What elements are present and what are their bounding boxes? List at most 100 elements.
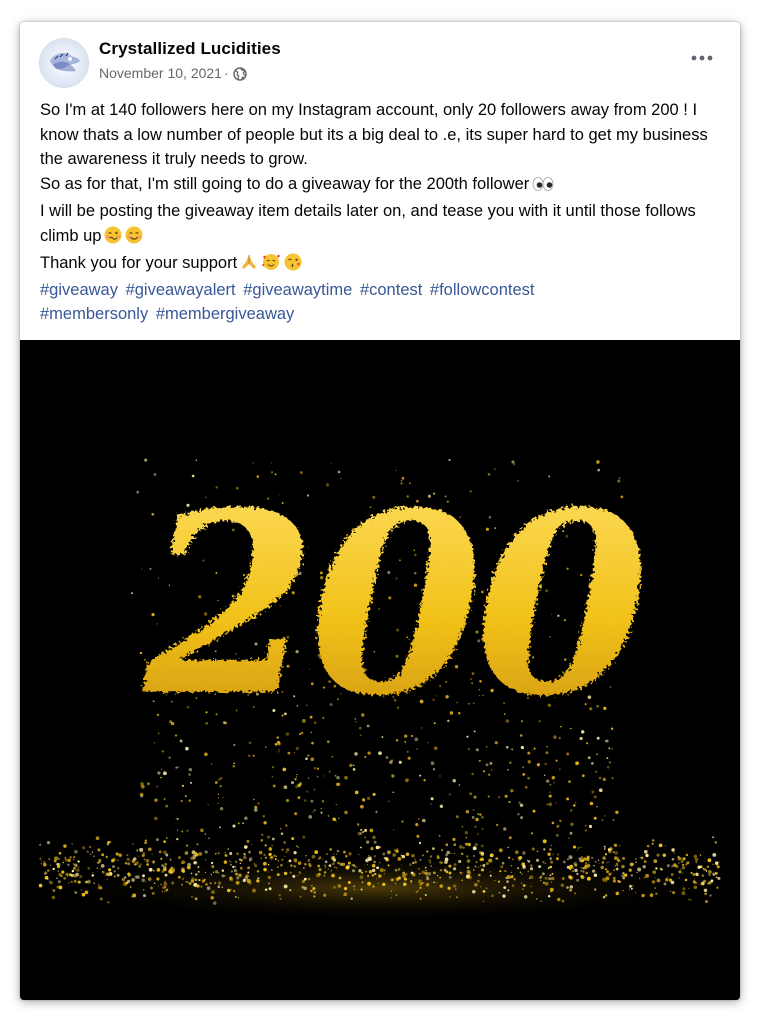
glitter-particle — [62, 861, 65, 864]
glitter-particle — [482, 900, 485, 902]
glitter-particle — [235, 880, 240, 885]
glitter-particle — [500, 865, 504, 869]
glitter-particle — [598, 788, 603, 793]
glitter-particle — [685, 853, 689, 857]
glitter-particle — [352, 768, 356, 771]
glitter-particle — [548, 794, 552, 798]
glitter-particle — [604, 868, 607, 871]
glitter-particle — [310, 864, 312, 866]
glitter-particle — [260, 857, 262, 859]
glitter-particle — [474, 843, 478, 847]
glitter-particle — [56, 877, 58, 880]
glitter-particle — [74, 891, 78, 894]
glitter-particle — [511, 875, 514, 877]
glitter-particle — [130, 895, 133, 898]
glitter-particle — [207, 803, 209, 806]
glitter-particle — [361, 881, 364, 884]
glitter-particle — [332, 874, 335, 877]
post-date[interactable]: November 10, 2021 — [99, 65, 222, 81]
face-blowing-kiss-emoji-icon — [284, 253, 302, 279]
glitter-particle — [350, 897, 353, 900]
glitter-particle — [432, 768, 436, 771]
glitter-particle — [53, 859, 57, 863]
glitter-particle — [375, 845, 380, 850]
glitter-particle — [443, 868, 447, 872]
glitter-particle — [496, 823, 499, 827]
glitter-particle — [51, 889, 53, 891]
glitter-particle — [39, 857, 42, 860]
glitter-particle — [488, 773, 491, 776]
glitter-particle — [412, 861, 415, 865]
glitter-particle — [330, 869, 332, 872]
glitter-particle — [285, 851, 288, 854]
glitter-particle — [499, 870, 502, 873]
glitter-particle — [481, 858, 484, 861]
glitter-particle — [418, 872, 421, 875]
glitter-particle — [690, 871, 693, 874]
hashtag-link[interactable]: #contest — [360, 281, 422, 299]
hashtag-link[interactable]: #giveawaytime — [243, 281, 352, 299]
glitter-particle — [569, 885, 574, 889]
glitter-particle — [559, 768, 561, 770]
glitter-particle — [162, 867, 167, 872]
glitter-particle — [165, 837, 168, 839]
glitter-particle — [488, 858, 493, 863]
glitter-particle — [160, 768, 163, 771]
glitter-particle — [188, 767, 193, 772]
glitter-particle — [257, 802, 260, 805]
glitter-particle — [182, 877, 185, 880]
glitter-particle — [336, 849, 340, 853]
hashtag-link[interactable]: #giveaway — [40, 281, 118, 299]
more-options-icon[interactable] — [688, 48, 716, 68]
glitter-particle — [142, 874, 145, 878]
glitter-particle — [684, 878, 688, 882]
glitter-particle — [453, 863, 457, 867]
glitter-particle — [360, 846, 362, 849]
glitter-particle — [310, 757, 315, 762]
glitter-particle — [334, 866, 336, 868]
glitter-particle — [293, 851, 297, 855]
post-image[interactable]: 200 — [20, 340, 740, 1000]
glitter-particle — [347, 861, 351, 865]
glitter-particle — [670, 873, 674, 876]
glitter-particle — [361, 871, 364, 874]
glitter-particle — [653, 859, 658, 863]
hashtag-link[interactable]: #membersonly — [40, 305, 148, 323]
glitter-particle — [73, 863, 75, 865]
glitter-particle — [475, 861, 478, 863]
hashtag-link[interactable]: #giveawayalert — [126, 281, 236, 299]
glitter-particle — [71, 842, 74, 845]
glitter-particle — [257, 877, 260, 880]
glitter-particle — [403, 877, 407, 881]
glitter-particle — [530, 885, 532, 887]
glitter-particle — [74, 890, 76, 893]
glitter-particle — [268, 852, 272, 857]
glitter-number-text: 200 — [141, 457, 647, 751]
glitter-particle — [235, 872, 238, 876]
glitter-particle — [612, 819, 615, 821]
glitter-particle — [367, 881, 372, 886]
globe-icon[interactable] — [232, 66, 247, 81]
hashtag-link[interactable]: #followcontest — [430, 281, 535, 299]
author-name[interactable]: Crystallized Lucidities — [99, 39, 281, 59]
glitter-particle — [532, 809, 536, 813]
glitter-particle — [461, 825, 464, 828]
glitter-particle — [388, 800, 390, 803]
glitter-particle — [480, 844, 484, 848]
glitter-particle — [283, 871, 288, 876]
glitter-particle — [670, 880, 675, 885]
glitter-particle — [708, 873, 711, 877]
glitter-particle — [551, 821, 555, 825]
hashtag-link[interactable]: #membergiveaway — [156, 305, 294, 323]
glitter-particle — [507, 768, 509, 771]
avatar[interactable] — [39, 38, 89, 88]
glitter-particle — [669, 890, 672, 893]
glitter-particle — [467, 875, 472, 880]
glitter-particle — [343, 887, 348, 891]
glitter-particle — [531, 847, 535, 851]
glitter-particle — [718, 861, 720, 863]
glitter-particle — [701, 882, 704, 886]
glitter-particle — [645, 853, 649, 858]
glitter-particle — [91, 874, 95, 877]
glitter-particle — [614, 851, 618, 855]
